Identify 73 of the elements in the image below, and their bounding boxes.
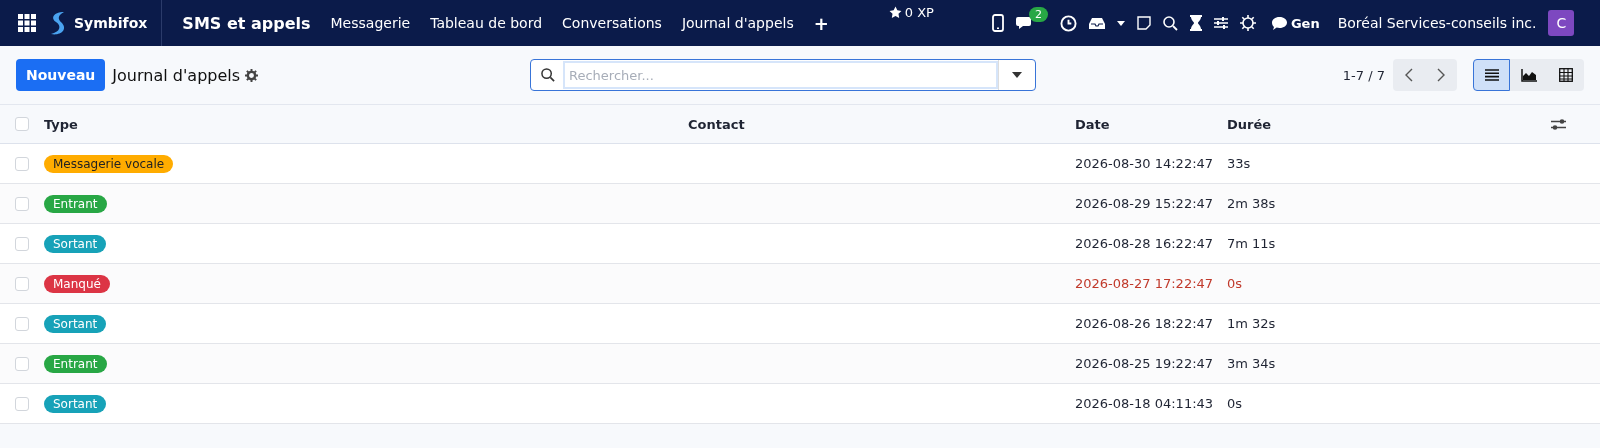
call-type-tag: Sortant: [44, 314, 107, 333]
duration-cell-text: 0s: [1227, 276, 1244, 291]
list-view-button[interactable]: [1473, 59, 1510, 91]
brand-name[interactable]: Symbifox: [74, 15, 148, 31]
duration-cell-text: 1m 32s: [1227, 316, 1277, 331]
date-cell-text: 2026-08-30 14:22:47: [1075, 156, 1215, 171]
gear-icon[interactable]: [245, 68, 259, 82]
graph-view-button[interactable]: [1510, 59, 1547, 91]
row-checkbox[interactable]: [15, 396, 29, 411]
chat-bubble-icon: [1271, 16, 1287, 30]
add-menu-button[interactable]: +: [813, 12, 829, 34]
date-cell-text: 2026-08-27 17:22:47: [1075, 276, 1215, 291]
sliders-icon[interactable]: [1213, 16, 1228, 30]
row-checkbox[interactable]: [15, 276, 29, 291]
list-icon: [1484, 69, 1499, 81]
caret-icon[interactable]: [1116, 20, 1125, 26]
chevron-left-icon: [1405, 68, 1413, 82]
select-all-checkbox[interactable]: [15, 117, 29, 131]
column-header[interactable]: Date: [1075, 116, 1227, 132]
user-avatar[interactable]: C: [1548, 10, 1575, 36]
message-count-badge: 2: [1028, 7, 1048, 22]
duration-cell-text: 0s: [1227, 396, 1244, 411]
call-type-tag: Manqué: [44, 274, 110, 293]
search-icon: [541, 68, 555, 82]
xp-text: 0 XP: [904, 5, 934, 20]
date-cell-text: 2026-08-18 04:11:43: [1075, 396, 1215, 411]
search-icon[interactable]: [1162, 15, 1178, 31]
call-type-tag: Sortant: [44, 394, 107, 413]
row-checkbox[interactable]: [15, 156, 29, 171]
channel-button[interactable]: Gen: [1271, 15, 1320, 31]
row-checkbox[interactable]: [15, 236, 29, 251]
call-type-tag: Entrant: [44, 354, 107, 373]
search-field[interactable]: Rechercher...: [530, 59, 1036, 91]
date-cell-text: 2026-08-26 18:22:47: [1075, 316, 1215, 331]
column-header[interactable]: Type: [44, 116, 688, 132]
column-header[interactable]: Durée: [1227, 116, 1347, 132]
duration-cell-text: 33s: [1227, 156, 1252, 171]
area-chart-icon: [1520, 68, 1537, 82]
date-cell-text: 2026-08-28 16:22:47: [1075, 236, 1215, 251]
duration-cell-text: 3m 34s: [1227, 356, 1277, 371]
table-icon: [1558, 68, 1573, 82]
call-type-tag: Entrant: [44, 194, 107, 213]
call-type-tag: Sortant: [44, 234, 107, 253]
settings-icon[interactable]: [1239, 15, 1256, 31]
date-cell-text: 2026-08-29 15:22:47: [1075, 196, 1215, 211]
page-title: Journal d'appels: [112, 65, 241, 85]
duration-cell-text: 2m 38s: [1227, 196, 1277, 211]
clock-icon[interactable]: [1059, 14, 1077, 32]
menu-item[interactable]: Tableau de bord: [430, 15, 543, 31]
chevron-right-icon: [1437, 68, 1445, 82]
phone-icon[interactable]: [991, 14, 1004, 32]
date-cell-text: 2026-08-25 19:22:47: [1075, 356, 1215, 371]
inbox-icon[interactable]: [1088, 16, 1105, 30]
app-name[interactable]: SMS et appels: [182, 13, 311, 33]
pager-text: 1-7 / 7: [1342, 67, 1385, 83]
row-checkbox[interactable]: [15, 316, 29, 331]
company-name[interactable]: Boréal Services-conseils inc.: [1337, 15, 1537, 31]
new-button[interactable]: Nouveau: [16, 59, 106, 91]
duration-cell-text: 7m 11s: [1227, 236, 1277, 251]
note-icon[interactable]: [1136, 16, 1151, 30]
row-checkbox[interactable]: [15, 356, 29, 371]
apps-menu-icon[interactable]: [18, 14, 36, 32]
column-options-icon[interactable]: [1551, 117, 1566, 131]
star-icon: [888, 6, 902, 19]
pivot-view-button[interactable]: [1547, 59, 1584, 91]
call-type-tag: Messagerie vocale: [44, 154, 174, 173]
hourglass-icon[interactable]: [1189, 15, 1202, 31]
column-header[interactable]: Contact: [688, 116, 1075, 132]
menu-item[interactable]: Conversations: [562, 15, 662, 31]
caret-icon: [1012, 72, 1022, 78]
menu-item[interactable]: Journal d'appels: [681, 15, 794, 31]
menu-item[interactable]: Messagerie: [330, 15, 411, 31]
row-checkbox[interactable]: [15, 196, 29, 211]
